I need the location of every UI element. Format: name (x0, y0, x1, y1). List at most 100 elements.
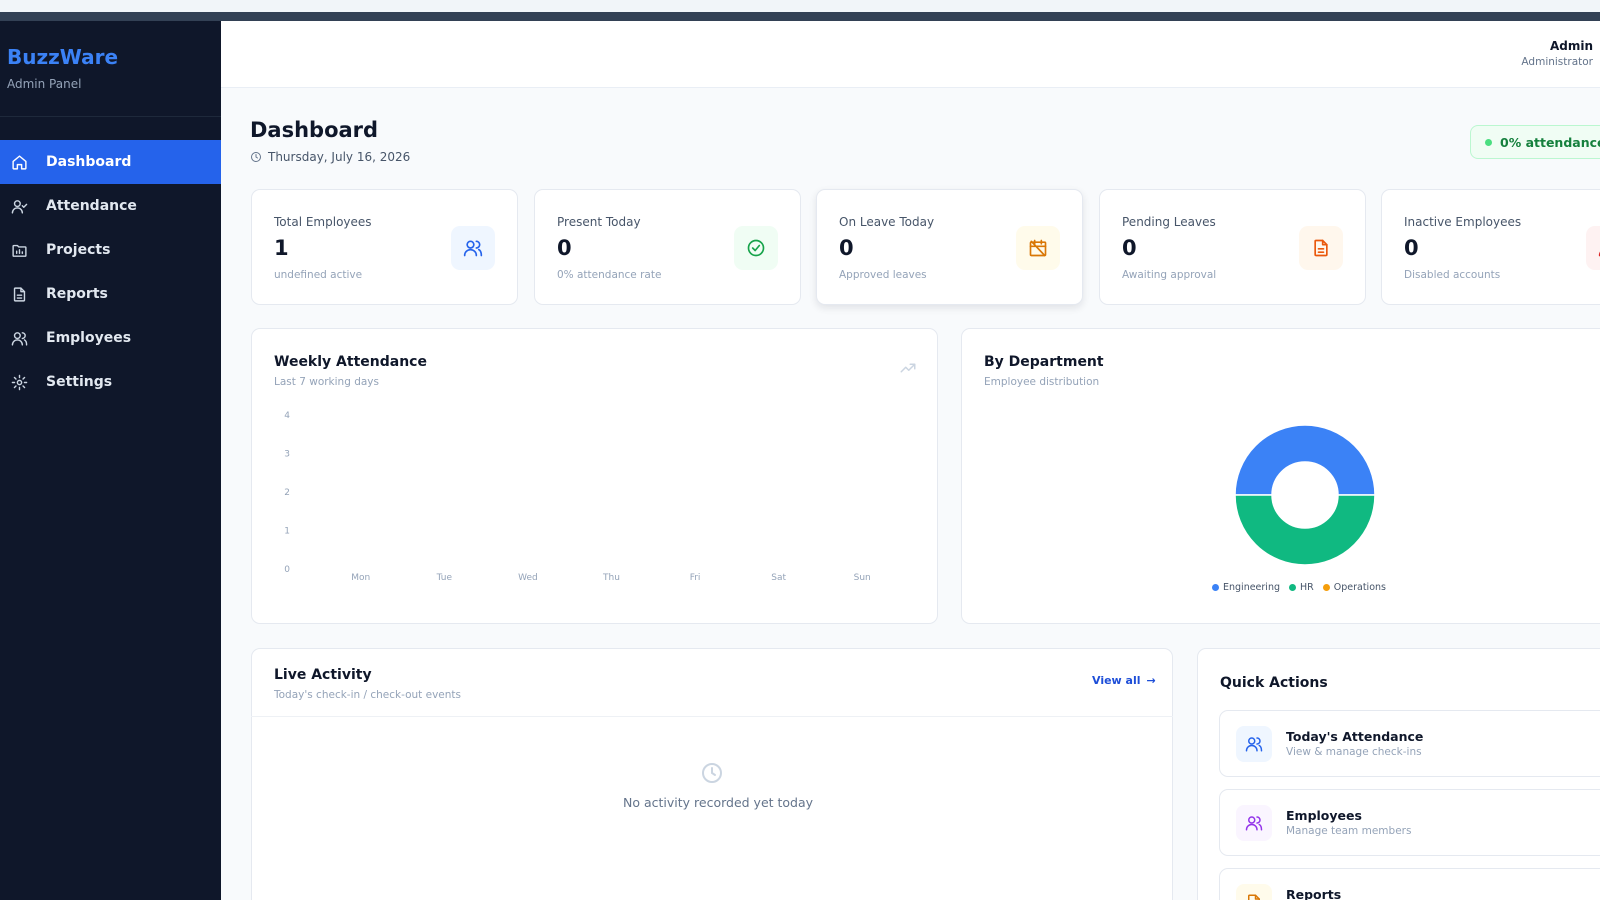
users-icon (451, 226, 495, 270)
clock-icon (700, 761, 724, 785)
stat-card-present-today[interactable]: Present Today 0 0% attendance rate (534, 189, 801, 305)
donut-slice-hr (1234, 494, 1376, 566)
stat-value: 0 (557, 236, 572, 260)
users-icon (1236, 805, 1272, 841)
sidebar-item-label: Projects (46, 242, 111, 258)
sidebar: BuzzWare Admin Panel Dashboard Attendanc… (0, 21, 221, 900)
panel-title: Quick Actions (1220, 675, 1328, 691)
sidebar-item-attendance[interactable]: Attendance (0, 184, 221, 228)
legend-label: Operations (1333, 582, 1386, 593)
panel-subtitle: Today's check-in / check-out events (274, 689, 462, 701)
page-title: Dashboard (250, 118, 379, 142)
user-role: Administrator (1521, 56, 1593, 68)
quick-action-employees[interactable]: Employees Manage team members (1219, 789, 1600, 856)
attendance-rate-badge: 0% attendance t (1470, 125, 1600, 159)
legend-item-hr[interactable]: HR (1289, 582, 1314, 593)
stat-card-total-employees[interactable]: Total Employees 1 undefined active (251, 189, 518, 305)
stat-sub: Disabled accounts (1404, 269, 1501, 281)
brand-subtitle: Admin Panel (7, 77, 82, 91)
x-tick-label: Sat (771, 573, 786, 583)
view-all-link[interactable]: View all → (1092, 674, 1156, 687)
quick-action-todays-attendance[interactable]: Today's Attendance View & manage check-i… (1219, 710, 1600, 777)
stat-value: 1 (274, 236, 289, 260)
gear-icon (10, 373, 28, 391)
quick-action-sub: Manage team members (1286, 825, 1412, 837)
file-icon (1299, 226, 1343, 270)
sidebar-item-label: Settings (46, 374, 113, 390)
x-tick-label: Fri (690, 573, 701, 583)
folder-chart-icon (10, 241, 28, 259)
sidebar-item-label: Employees (46, 330, 132, 346)
sidebar-item-employees[interactable]: Employees (0, 316, 221, 360)
top-header: Admin Administrator (221, 21, 1600, 88)
sidebar-item-dashboard[interactable]: Dashboard (0, 140, 221, 184)
y-tick-label: 3 (284, 450, 290, 460)
sidebar-item-label: Attendance (46, 198, 137, 214)
x-tick-label: Mon (351, 573, 370, 583)
legend-item-engineering[interactable]: Engineering (1212, 582, 1280, 593)
check-circle-icon (734, 226, 778, 270)
stat-value: 0 (1122, 236, 1137, 260)
attendance-rate-text: 0% attendance t (1500, 134, 1600, 150)
user-check-icon (10, 197, 28, 215)
stat-card-pending-leaves[interactable]: Pending Leaves 0 Awaiting approval (1099, 189, 1366, 305)
stat-label: Total Employees (274, 215, 372, 229)
sidebar-item-settings[interactable]: Settings (0, 360, 221, 404)
page-date-text: Thursday, July 16, 2026 (268, 150, 411, 164)
y-tick-label: 1 (284, 527, 290, 537)
user-x-icon (1586, 226, 1600, 270)
page-date: Thursday, July 16, 2026 (250, 150, 410, 164)
user-name[interactable]: Admin (1550, 39, 1593, 53)
calendar-off-icon (1016, 226, 1060, 270)
activity-divider (251, 716, 1173, 717)
quick-action-label: Employees (1286, 808, 1362, 823)
x-tick-label: Sun (854, 573, 871, 583)
sidebar-nav: Dashboard Attendance Projects Reports Em… (0, 140, 221, 404)
stat-label: Present Today (557, 215, 641, 229)
quick-action-label: Reports (1286, 887, 1342, 900)
legend-item-operations[interactable]: Operations (1322, 582, 1386, 593)
chart-legend: Engineering HR Operations (1212, 582, 1395, 593)
quick-action-reports[interactable]: Reports (1219, 868, 1600, 900)
sidebar-item-label: Reports (46, 286, 108, 302)
arrow-right-icon: → (1146, 674, 1156, 687)
home-icon (10, 153, 28, 171)
stat-sub: Awaiting approval (1122, 269, 1217, 281)
y-tick-label: 4 (284, 411, 290, 421)
quick-action-label: Today's Attendance (1286, 729, 1424, 744)
window-top-strip (0, 0, 1600, 12)
legend-swatch (1322, 584, 1330, 591)
legend-label: HR (1300, 582, 1314, 593)
panel-subtitle: Employee distribution (984, 376, 1100, 388)
document-icon (10, 285, 28, 303)
y-tick-label: 2 (284, 488, 290, 498)
stat-sub: undefined active (274, 269, 363, 281)
stat-sub: 0% attendance rate (557, 269, 662, 281)
stat-card-inactive-employees[interactable]: Inactive Employees 0 Disabled accounts (1381, 189, 1600, 305)
users-icon (1236, 726, 1272, 762)
users-icon (10, 329, 28, 347)
x-tick-label: Tue (436, 573, 453, 583)
x-tick-label: Wed (518, 573, 538, 583)
stat-value: 0 (1404, 236, 1419, 260)
y-tick-label: 0 (284, 565, 290, 575)
sidebar-item-reports[interactable]: Reports (0, 272, 221, 316)
sidebar-item-label: Dashboard (46, 154, 132, 170)
view-all-label: View all (1092, 674, 1141, 687)
department-donut-chart (1234, 424, 1376, 566)
legend-label: Engineering (1223, 582, 1280, 593)
x-tick-label: Thu (602, 573, 620, 583)
empty-state-text: No activity recorded yet today (623, 795, 814, 810)
sidebar-item-projects[interactable]: Projects (0, 228, 221, 272)
panel-title: By Department (984, 354, 1104, 370)
donut-slice-engineering (1234, 424, 1376, 496)
sidebar-divider (0, 116, 221, 117)
legend-swatch (1289, 584, 1296, 591)
weekly-attendance-chart: 0 1 2 3 4 Mon Tue Wed Thu Fri Sat Sun (284, 411, 871, 583)
stat-value: 0 (839, 236, 854, 260)
brand-name[interactable]: BuzzWare (7, 45, 118, 69)
window-frame-bar (0, 12, 1600, 21)
stat-card-on-leave-today[interactable]: On Leave Today 0 Approved leaves (816, 189, 1083, 305)
quick-action-sub: View & manage check-ins (1286, 746, 1422, 758)
status-dot (1485, 138, 1492, 146)
